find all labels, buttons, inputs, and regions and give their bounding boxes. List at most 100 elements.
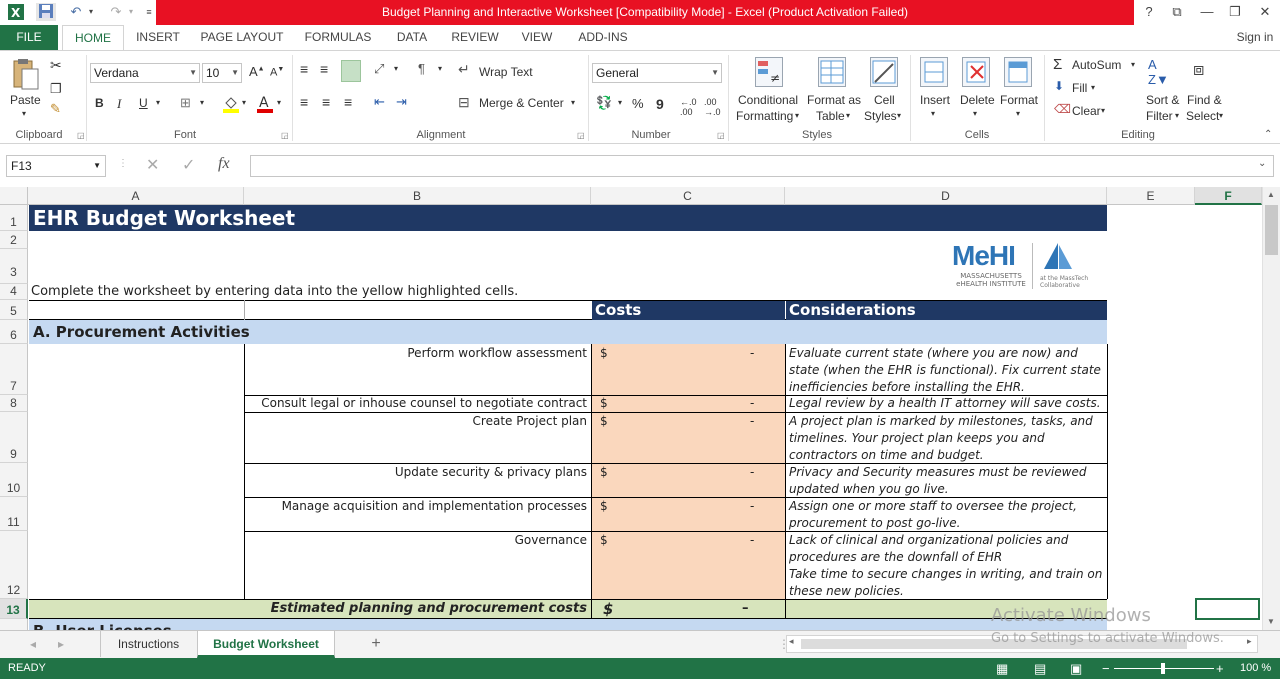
insert-function-icon[interactable]: fx bbox=[218, 155, 230, 173]
section-a-header[interactable]: A. Procurement Activities bbox=[29, 320, 1107, 344]
close-button[interactable]: ✕ bbox=[1254, 2, 1276, 22]
row-header-5[interactable]: 5 bbox=[0, 300, 28, 320]
align-middle-icon[interactable]: ≡ bbox=[320, 61, 328, 77]
column-header-a[interactable]: A bbox=[28, 187, 244, 205]
align-right-icon[interactable]: ≡ bbox=[344, 94, 352, 110]
wrap-text-button[interactable]: Wrap Text bbox=[479, 65, 533, 79]
cancel-icon[interactable]: ✕ bbox=[146, 155, 159, 175]
zoom-level[interactable]: 100 % bbox=[1240, 658, 1271, 679]
row-header-12[interactable]: 12 bbox=[0, 531, 28, 599]
format-as-table-icon[interactable] bbox=[818, 57, 846, 87]
undo-icon[interactable]: ↶ bbox=[66, 3, 86, 21]
borders-icon[interactable]: ⊞ bbox=[180, 95, 191, 111]
clear-icon[interactable]: ⌫ bbox=[1054, 102, 1071, 116]
prev-sheet-icon[interactable]: ◂ bbox=[26, 631, 40, 657]
chevron-down-icon[interactable]: ▾ bbox=[795, 111, 799, 120]
align-left-icon[interactable]: ≡ bbox=[300, 94, 308, 110]
minimize-button[interactable]: — bbox=[1196, 2, 1218, 22]
expand-formula-bar-icon[interactable]: ⌄ bbox=[1258, 158, 1266, 169]
chevron-down-icon[interactable]: ▾ bbox=[973, 109, 977, 118]
page-layout-view-icon[interactable]: ▤ bbox=[1034, 658, 1046, 679]
italic-button[interactable]: I bbox=[117, 96, 121, 112]
font-size-combo[interactable]: 10 ▼ bbox=[202, 63, 242, 83]
clear-dropdown-icon[interactable]: ▾ bbox=[1101, 106, 1105, 115]
redo-dropdown-icon[interactable]: ▾ bbox=[126, 3, 136, 21]
find-select-button[interactable]: Find & bbox=[1187, 93, 1222, 107]
binoculars-icon[interactable]: ⧈ bbox=[1193, 59, 1204, 80]
insert-cells-icon[interactable] bbox=[920, 57, 948, 87]
font-launcher-icon[interactable]: ◲ bbox=[281, 131, 289, 140]
delete-cells-icon[interactable] bbox=[962, 57, 990, 87]
sort-filter-button[interactable]: Sort & bbox=[1146, 93, 1179, 107]
chevron-down-icon[interactable]: ▾ bbox=[897, 111, 901, 120]
row-header-4[interactable]: 4 bbox=[0, 284, 28, 300]
row-header-2[interactable]: 2 bbox=[0, 231, 28, 249]
merge-center-button[interactable]: Merge & Center bbox=[479, 96, 564, 110]
activity-label[interactable]: Manage acquisition and implementation pr… bbox=[245, 499, 591, 515]
sheet-tab-budget-worksheet[interactable]: Budget Worksheet bbox=[197, 631, 335, 658]
zoom-slider-thumb[interactable] bbox=[1161, 663, 1165, 674]
next-sheet-icon[interactable]: ▸ bbox=[54, 631, 68, 657]
enter-icon[interactable]: ✓ bbox=[182, 155, 195, 175]
text-direction-icon[interactable]: ¶ bbox=[418, 61, 425, 76]
column-header-c[interactable]: C bbox=[591, 187, 785, 205]
considerations-header[interactable]: Considerations bbox=[786, 301, 1107, 320]
sort-filter-icon[interactable]: A Z▼ bbox=[1148, 57, 1169, 87]
save-icon[interactable] bbox=[36, 3, 56, 21]
tab-home[interactable]: HOME bbox=[62, 25, 124, 51]
collapse-ribbon-icon[interactable]: ⌃ bbox=[1264, 129, 1272, 140]
underline-dropdown-icon[interactable]: ▾ bbox=[156, 98, 160, 107]
zoom-out-icon[interactable]: − bbox=[1102, 658, 1110, 679]
chevron-down-icon[interactable]: ▾ bbox=[846, 111, 850, 120]
tab-split-handle-icon[interactable]: ⋮ bbox=[778, 631, 790, 657]
autosum-dropdown-icon[interactable]: ▾ bbox=[1131, 60, 1135, 69]
undo-dropdown-icon[interactable]: ▾ bbox=[86, 3, 96, 21]
orientation-dropdown-icon[interactable]: ▾ bbox=[394, 64, 398, 73]
total-label[interactable]: Estimated planning and procurement costs bbox=[29, 600, 587, 618]
tab-file[interactable]: FILE bbox=[0, 25, 58, 50]
increase-decimal-icon[interactable]: ←.0.00 bbox=[680, 97, 697, 117]
activity-label[interactable]: Consult legal or inhouse counsel to nego… bbox=[245, 396, 591, 412]
scroll-left-icon[interactable]: ◂ bbox=[789, 636, 794, 647]
merge-center-icon[interactable]: ⊟ bbox=[458, 94, 470, 111]
sheet-title[interactable]: EHR Budget Worksheet bbox=[29, 205, 1107, 231]
autosum-button[interactable]: AutoSum bbox=[1072, 58, 1121, 72]
column-header-e[interactable]: E bbox=[1107, 187, 1195, 205]
underline-button[interactable]: U bbox=[139, 96, 148, 110]
paste-icon[interactable] bbox=[8, 57, 42, 93]
column-header-d[interactable]: D bbox=[785, 187, 1107, 205]
comma-style-button[interactable]: 9 bbox=[656, 96, 664, 112]
alignment-launcher-icon[interactable]: ◲ bbox=[577, 131, 585, 140]
tab-addins[interactable]: ADD-INS bbox=[570, 25, 636, 50]
formula-input[interactable] bbox=[250, 155, 1274, 177]
normal-view-icon[interactable]: ▦ bbox=[996, 658, 1008, 679]
number-format-combo[interactable]: General ▼ bbox=[592, 63, 722, 83]
paste-button[interactable]: Paste bbox=[10, 93, 41, 107]
tab-formulas[interactable]: FORMULAS bbox=[298, 25, 378, 50]
fill-dropdown-icon[interactable]: ▾ bbox=[1091, 83, 1095, 92]
wrap-text-icon[interactable]: ↵ bbox=[458, 61, 470, 78]
increase-indent-icon[interactable]: ⇥ bbox=[396, 94, 407, 110]
row-header-8[interactable]: 8 bbox=[0, 395, 28, 412]
total-value[interactable]: – bbox=[742, 600, 762, 618]
format-cells-icon[interactable] bbox=[1004, 57, 1032, 87]
font-color-dropdown-icon[interactable]: ▾ bbox=[277, 98, 281, 107]
row-header-9[interactable]: 9 bbox=[0, 412, 28, 463]
activity-label[interactable]: Update security & privacy plans bbox=[245, 465, 591, 481]
text-direction-dropdown-icon[interactable]: ▾ bbox=[438, 64, 442, 73]
align-bottom-icon[interactable] bbox=[341, 60, 361, 82]
row-header-6[interactable]: 6 bbox=[0, 320, 28, 344]
tab-insert[interactable]: INSERT bbox=[130, 25, 186, 50]
font-name-combo[interactable]: Verdana ▼ bbox=[90, 63, 200, 83]
conditional-formatting-button[interactable]: Conditional bbox=[738, 93, 798, 107]
name-box[interactable]: F13 ▼ bbox=[6, 155, 106, 177]
borders-dropdown-icon[interactable]: ▾ bbox=[200, 98, 204, 107]
chevron-down-icon[interactable]: ▾ bbox=[1219, 111, 1223, 120]
tab-review[interactable]: REVIEW bbox=[446, 25, 504, 50]
bold-button[interactable]: B bbox=[95, 96, 104, 110]
scroll-up-icon[interactable]: ▲ bbox=[1267, 190, 1275, 199]
align-top-icon[interactable]: ≡ bbox=[300, 61, 308, 77]
decrease-decimal-icon[interactable]: .00 →.0 bbox=[704, 97, 721, 117]
format-as-table-button[interactable]: Format as bbox=[807, 93, 861, 107]
orientation-icon[interactable]: ⤢ bbox=[374, 61, 384, 77]
